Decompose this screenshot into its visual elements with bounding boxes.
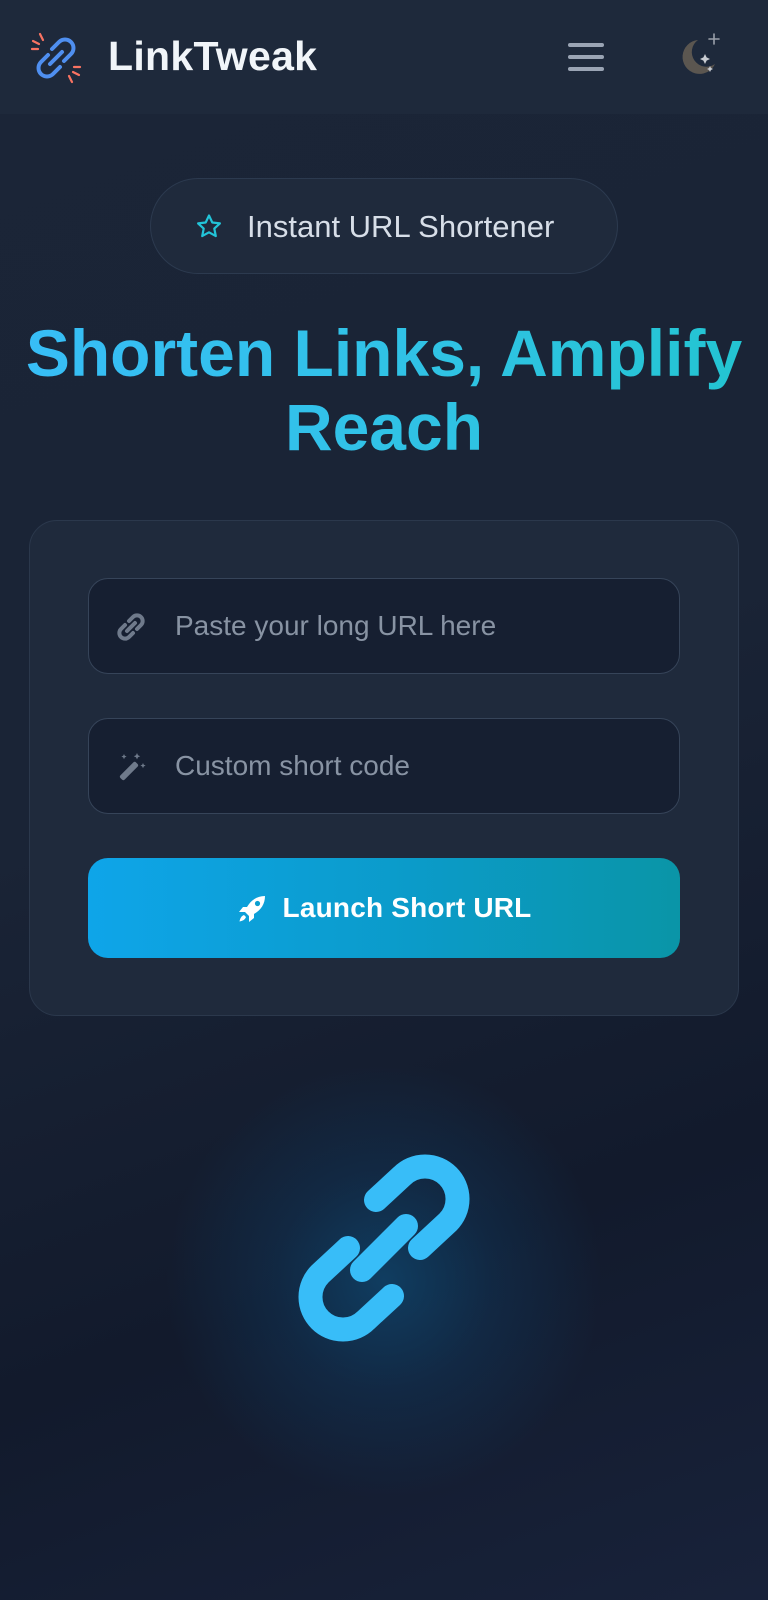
feature-badge: Instant URL Shortener — [150, 178, 618, 274]
launch-button-label: Launch Short URL — [282, 892, 532, 923]
badge-label: Instant URL Shortener — [247, 209, 555, 244]
magic-wand-icon — [119, 753, 146, 781]
custom-code-input[interactable] — [175, 719, 665, 813]
top-header: LinkTweak — [0, 0, 768, 114]
link-broken-icon — [30, 32, 82, 84]
shorten-form-card: Launch Short URL — [29, 520, 739, 1016]
moon-stars-icon[interactable] — [668, 28, 726, 86]
long-url-field[interactable] — [88, 578, 680, 674]
launch-short-url-button[interactable]: Launch Short URL — [88, 858, 680, 958]
long-url-input[interactable] — [175, 579, 665, 673]
link-icon — [298, 1154, 470, 1342]
hero-title: Shorten Links, Amplify Reach — [0, 316, 768, 464]
brand-name[interactable]: LinkTweak — [108, 30, 317, 82]
rocket-icon — [238, 896, 265, 922]
link-icon — [117, 613, 145, 641]
hamburger-menu-icon[interactable] — [560, 36, 608, 78]
star-outline-icon — [197, 214, 221, 238]
custom-code-field[interactable] — [88, 718, 680, 814]
